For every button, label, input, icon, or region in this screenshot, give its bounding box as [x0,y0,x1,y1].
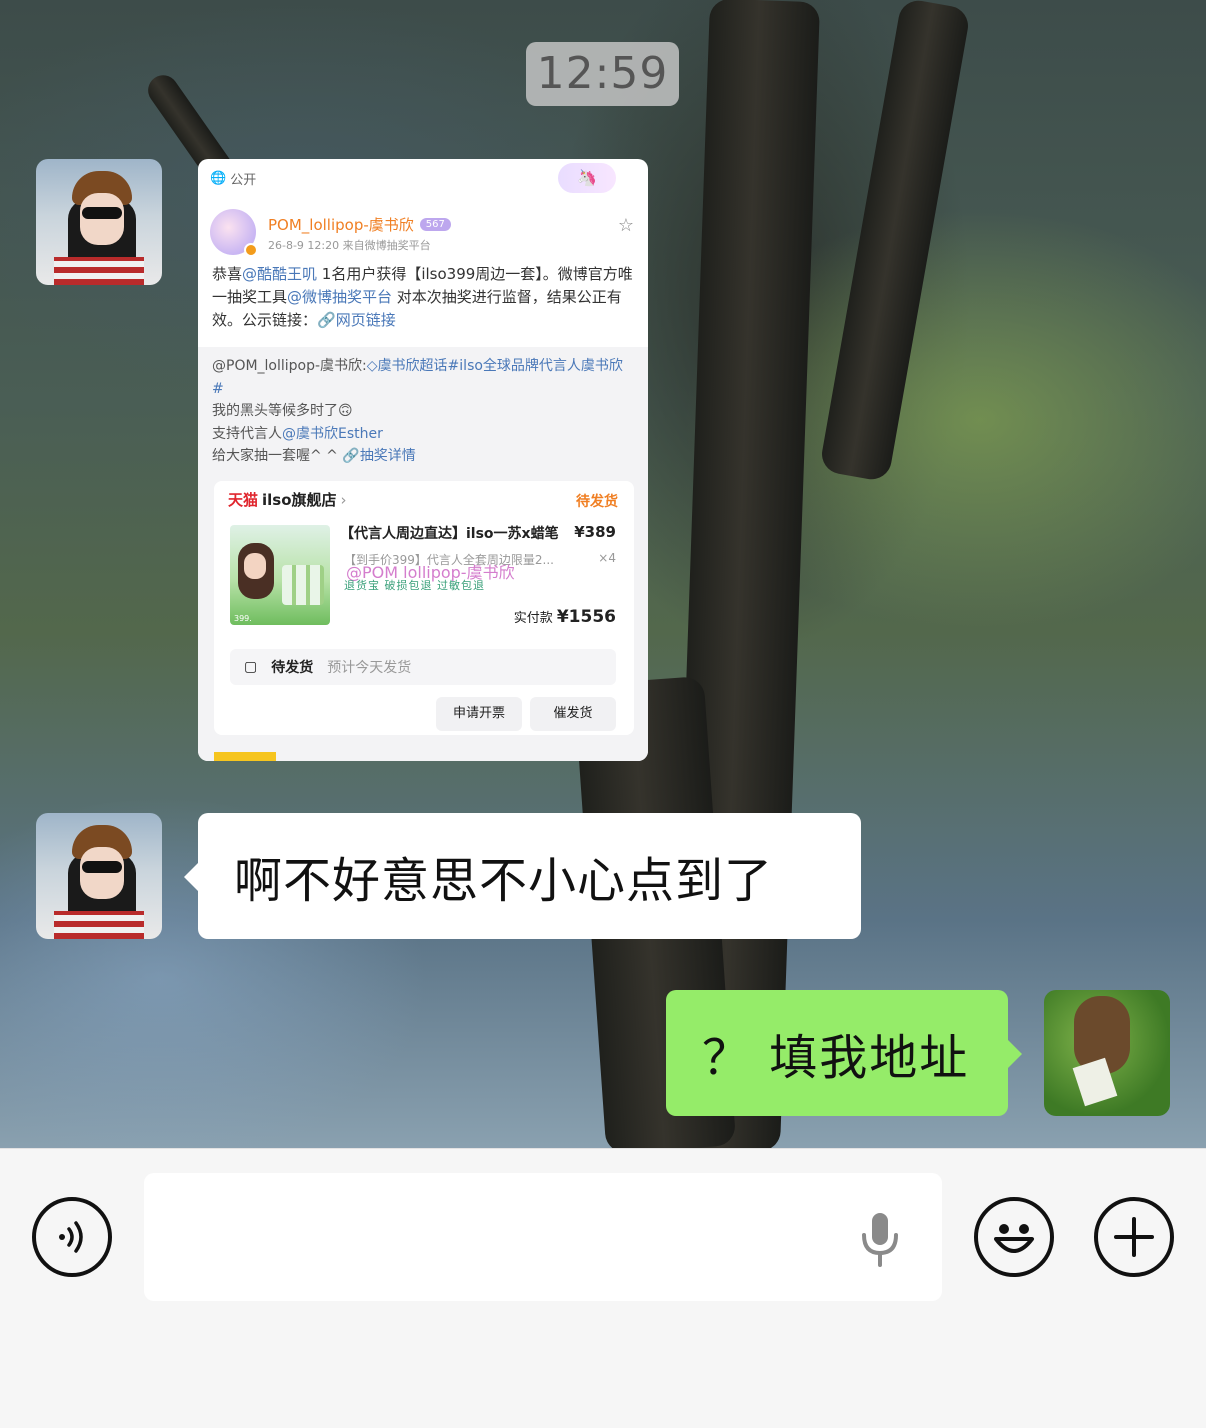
message-text: 啊不好意思不小心点到了 [234,853,774,909]
product-jars [282,565,324,605]
message-timestamp: 12:59 [526,42,679,106]
globe-icon: 🌐 [210,171,227,186]
favorite-star-icon[interactable]: ☆ [618,215,634,236]
product-quantity: ×4 [598,551,616,565]
card-footer-strip [214,752,276,761]
avatar-sunglasses [82,207,122,219]
post-author-name[interactable]: POM_lollipop-虞书欣 567 [268,214,451,235]
paid-amount: 实付款 ¥1556 [514,607,616,627]
author-name-text: POM_lollipop-虞书欣 [268,216,414,234]
lottery-details-text: 抽奖详情 [359,448,416,464]
post-visibility: 🌐 公开 [210,169,256,188]
paid-label: 实付款 [513,611,553,626]
chat-input-bar [0,1148,1206,1428]
request-invoice-button[interactable]: 申请开票 [436,697,522,731]
shipping-status: 待发货 [271,660,314,676]
order-status: 待发货 [576,494,618,510]
my-avatar[interactable] [1044,990,1170,1116]
tree-branch [818,0,972,483]
avatar-sunglasses [82,861,122,873]
shipping-status-bar[interactable]: ▢ 待发货 预计今天发货 [230,649,616,685]
repost-line: 给大家抽一套喔^ ^ 🔗抽奖详情 [212,445,634,468]
voice-wave-icon [59,1221,83,1253]
received-message-bubble[interactable]: 啊不好意思不小心点到了 [184,813,861,939]
tmall-order-card[interactable]: 天猫 ilso旗舰店 › 待发货 399. 【代言人周边直达】ilso一苏x蜡笔… [214,481,634,735]
level-badge: 567 [419,218,451,231]
shipping-estimate: 预计今天发货 [327,660,412,676]
mic-icon[interactable] [858,1211,902,1267]
post-author-avatar[interactable] [210,209,258,257]
emoji-icon [994,1224,1034,1253]
avatar-shirt [54,911,144,939]
repost-line: 支持代言人@虞书欣Esther [212,423,634,446]
product-title[interactable]: 【代言人周边直达】ilso一苏x蜡笔 [340,523,559,543]
product-price-badge: 399. [234,614,252,623]
service-tags: 退货宝 破损包退 过敏包退 [344,579,485,592]
post-body: 恭喜@酷酷王叽 1名用户获得【ilso399周边一套】。微博官方唯一抽奖工具@微… [212,263,634,332]
web-link[interactable]: 🔗网页链接 [317,311,396,329]
post-meta: 26-8-9 12:20 来自微博抽奖平台 [268,239,431,252]
web-link-text: 网页链接 [335,311,396,329]
product-model-face [244,553,266,579]
emoji-button[interactable] [974,1197,1054,1277]
shop-name[interactable]: 天猫 ilso旗舰店 › [228,489,347,510]
topic-icon: ◇ [366,358,378,374]
plus-icon [1114,1217,1154,1257]
contact-avatar[interactable] [36,159,162,285]
package-icon: ▢ [244,659,258,675]
paid-value: ¥1556 [556,607,616,627]
avatar-shirt [54,257,144,285]
avatar-face [80,847,124,899]
contact-avatar[interactable] [36,813,162,939]
avatar-face [80,193,124,245]
repost-text: 给大家抽一套喔^ ^ [212,448,343,464]
lottery-details-link[interactable]: 🔗抽奖详情 [342,448,415,464]
mention-link[interactable]: @酷酷王叽 [242,265,317,283]
voice-toggle-button[interactable] [32,1197,112,1277]
mention-link[interactable]: @虞书欣Esther [282,426,383,442]
sent-message-bubble[interactable]: ？ 填我地址 [666,990,1022,1116]
message-input[interactable] [144,1173,942,1301]
product-image[interactable]: 399. [230,525,330,625]
product-price: ¥389 [574,523,616,541]
repost-header: @POM_lollipop-虞书欣:◇虞书欣超话#ilso全球品牌代言人虞书欣# [212,355,634,400]
message-text: ？ 填我地址 [702,1030,970,1086]
verified-badge-icon [244,243,258,257]
visibility-label: 公开 [230,173,257,188]
more-actions-button[interactable] [1094,1197,1174,1277]
post-text: 恭喜 [212,265,243,283]
repost-author[interactable]: @POM_lollipop-虞书欣: [212,358,367,374]
shop-name-text: ilso旗舰店 [262,491,337,509]
urge-shipping-button[interactable]: 催发货 [530,697,616,731]
tmall-logo: 天猫 [228,491,259,509]
repost-text: 支持代言人 [212,425,282,442]
chevron-right-icon: › [340,490,347,509]
unicorn-sticker-icon: 🦄 [558,163,616,193]
repost-text: 我的黑头等候多时了🙃 [212,403,353,419]
mention-link[interactable]: @微博抽奖平台 [287,288,392,306]
